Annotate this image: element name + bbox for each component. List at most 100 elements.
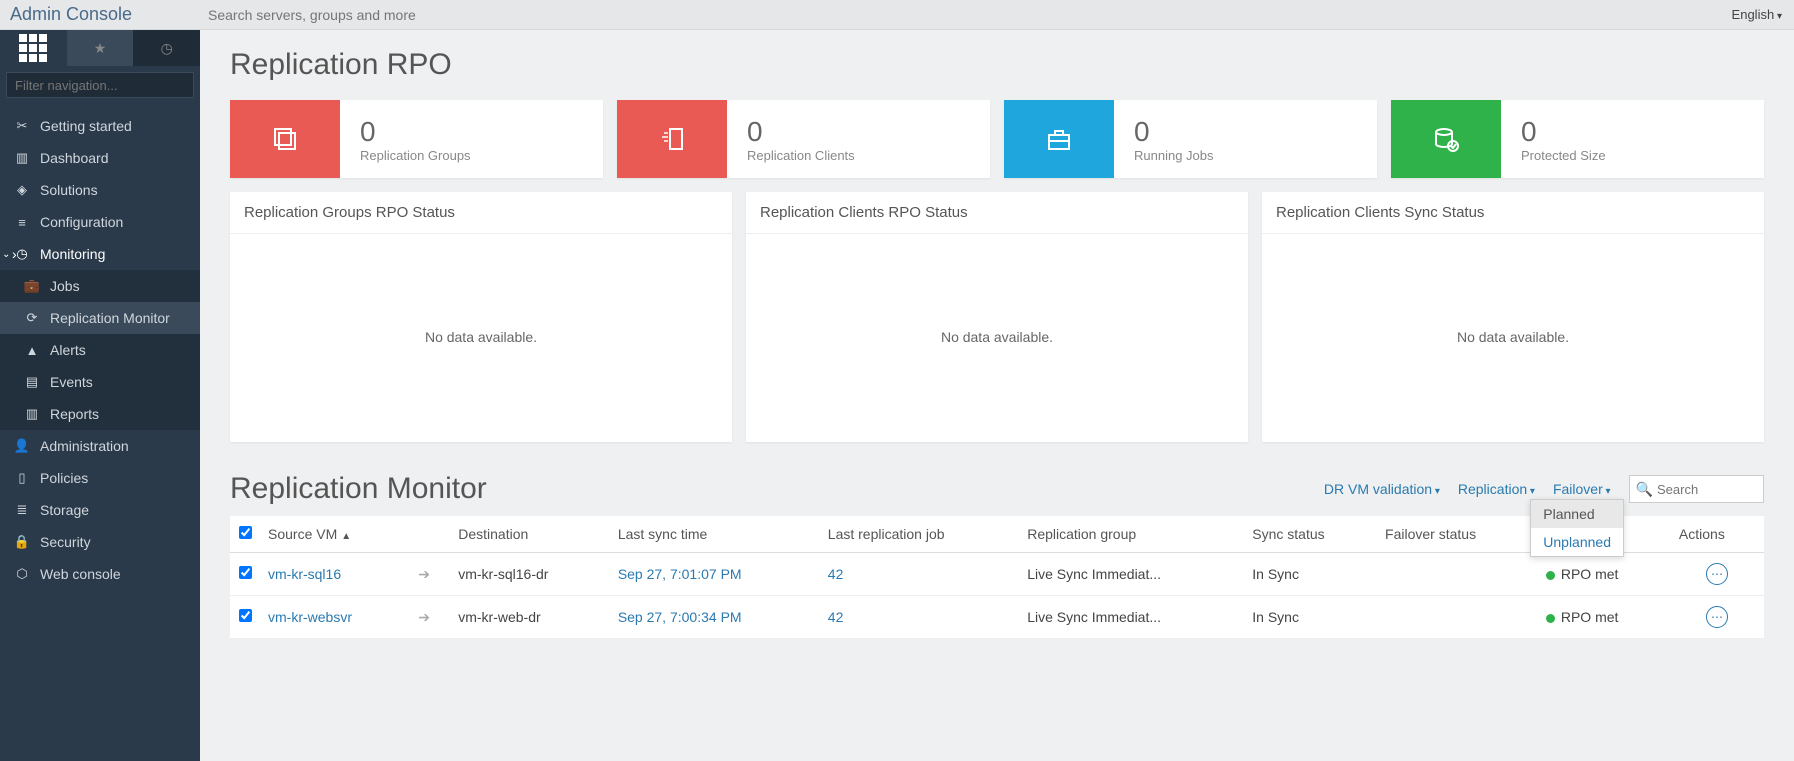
col-last-sync[interactable]: Last sync time xyxy=(610,516,820,553)
nav-monitoring[interactable]: ⌄◷Monitoring xyxy=(0,238,200,270)
doc-icon: ▯ xyxy=(12,470,32,486)
col-sync-status[interactable]: Sync status xyxy=(1244,516,1377,553)
nav-solutions[interactable]: ◈Solutions xyxy=(0,174,200,206)
monitor-search-box: 🔍 xyxy=(1629,475,1764,503)
nav-label: Policies xyxy=(40,470,88,486)
star-icon: ★ xyxy=(94,40,107,57)
rpo-status-text: RPO met xyxy=(1561,609,1619,625)
table-row: vm-kr-websvr ➔ vm-kr-web-dr Sep 27, 7:00… xyxy=(230,596,1764,639)
failover-planned-option[interactable]: Planned xyxy=(1531,500,1623,528)
nav-configuration[interactable]: ≡Configuration xyxy=(0,206,200,238)
col-source[interactable]: Source VM▲ xyxy=(260,516,410,553)
nav-events[interactable]: ▤Events xyxy=(0,366,200,398)
cell-sync-status: In Sync xyxy=(1244,553,1377,596)
col-group[interactable]: Replication group xyxy=(1019,516,1244,553)
briefcase-icon xyxy=(1004,100,1114,178)
sliders-icon: ≡ xyxy=(12,215,32,230)
cell-group: Live Sync Immediat... xyxy=(1019,553,1244,596)
dr-vm-validation-dropdown[interactable]: DR VM validation xyxy=(1324,481,1440,497)
nav-reports[interactable]: ▥ Reports xyxy=(0,398,200,430)
last-job-link[interactable]: 42 xyxy=(828,609,844,625)
sort-asc-icon: ▲ xyxy=(341,531,351,542)
cell-sync-status: In Sync xyxy=(1244,596,1377,639)
server-icon xyxy=(617,100,727,178)
nav-dashboard[interactable]: ▥ Dashboard xyxy=(0,142,200,174)
col-last-job[interactable]: Last replication job xyxy=(820,516,1019,553)
nav-administration[interactable]: 👤Administration xyxy=(0,430,200,462)
nav-list: ✂Getting started ▥ Dashboard ◈Solutions ≡… xyxy=(0,110,200,590)
select-all-checkbox[interactable] xyxy=(239,526,252,539)
panel-title: Replication Groups RPO Status xyxy=(230,192,732,234)
last-sync-link[interactable]: Sep 27, 7:00:34 PM xyxy=(618,609,742,625)
lock-icon: 🔒 xyxy=(12,534,32,550)
tile-replication-groups[interactable]: 0 Replication Groups xyxy=(230,100,603,178)
chart-icon: ▥ xyxy=(12,150,32,166)
tile-label: Replication Clients xyxy=(747,148,855,163)
report-icon: ▥ xyxy=(22,406,42,422)
cell-failover-status xyxy=(1377,553,1538,596)
language-selector[interactable]: English xyxy=(1720,7,1794,22)
nav-label: Reports xyxy=(50,406,99,422)
brand-title: Admin Console xyxy=(0,4,200,25)
global-search-input[interactable] xyxy=(200,2,1720,28)
cell-rpo-status: RPO met xyxy=(1538,553,1671,596)
col-destination[interactable]: Destination xyxy=(450,516,610,553)
search-icon: 🔍 xyxy=(1636,481,1653,498)
nav-jobs[interactable]: 💼Jobs xyxy=(0,270,200,302)
nav-alerts[interactable]: ▲Alerts xyxy=(0,334,200,366)
row-actions-button[interactable]: ⋯ xyxy=(1706,563,1728,585)
tile-protected-size[interactable]: 0 Protected Size xyxy=(1391,100,1764,178)
tile-replication-clients[interactable]: 0 Replication Clients xyxy=(617,100,990,178)
sidebar-tab-favorites[interactable]: ★ xyxy=(67,30,134,66)
source-vm-link[interactable]: vm-kr-websvr xyxy=(268,609,352,625)
sidebar-tab-recent[interactable]: ◷ xyxy=(133,30,200,66)
status-dot-icon xyxy=(1546,571,1555,580)
cell-failover-status xyxy=(1377,596,1538,639)
col-arrow xyxy=(410,516,450,553)
nav-getting-started[interactable]: ✂Getting started xyxy=(0,110,200,142)
nav-label: Replication Monitor xyxy=(50,310,170,326)
row-actions-button[interactable]: ⋯ xyxy=(1706,606,1728,628)
failover-unplanned-option[interactable]: Unplanned xyxy=(1531,528,1623,556)
row-checkbox[interactable] xyxy=(239,609,252,622)
replication-dropdown[interactable]: Replication xyxy=(1458,481,1535,497)
nav-label: Web console xyxy=(40,566,121,582)
sidebar-tab-grid[interactable] xyxy=(0,30,67,66)
nav-security[interactable]: 🔒Security xyxy=(0,526,200,558)
nav-policies[interactable]: ▯ Policies xyxy=(0,462,200,494)
failover-dropdown[interactable]: Failover xyxy=(1553,481,1611,497)
panel-clients-sync: Replication Clients Sync Status No data … xyxy=(1262,192,1764,442)
tile-value: 0 xyxy=(1521,116,1606,148)
col-failover-status[interactable]: Failover status xyxy=(1377,516,1538,553)
col-actions: Actions xyxy=(1671,516,1764,553)
global-search-wrap xyxy=(200,2,1720,28)
last-job-link[interactable]: 42 xyxy=(828,566,844,582)
tools-icon: ✂ xyxy=(12,118,32,134)
table-row: vm-kr-sql16 ➔ vm-kr-sql16-dr Sep 27, 7:0… xyxy=(230,553,1764,596)
last-sync-link[interactable]: Sep 27, 7:01:07 PM xyxy=(618,566,742,582)
stack-icon xyxy=(230,100,340,178)
sync-icon: ⟳ xyxy=(22,310,42,326)
monitor-search-input[interactable] xyxy=(1657,482,1757,497)
storage-icon: ≣ xyxy=(12,502,32,518)
nav-label: Solutions xyxy=(40,182,98,198)
nav-label: Dashboard xyxy=(40,150,109,166)
grid-icon xyxy=(17,32,49,64)
tile-label: Replication Groups xyxy=(360,148,471,163)
select-all-header xyxy=(230,516,260,553)
nav-label: Storage xyxy=(40,502,89,518)
monitor-title: Replication Monitor xyxy=(230,472,1324,506)
nav-label: Alerts xyxy=(50,342,86,358)
row-checkbox[interactable] xyxy=(239,566,252,579)
sidebar: ★ ◷ ✂Getting started ▥ Dashboard ◈Solutio… xyxy=(0,30,200,761)
tile-running-jobs[interactable]: 0 Running Jobs xyxy=(1004,100,1377,178)
panel-title: Replication Clients Sync Status xyxy=(1262,192,1764,234)
chevron-down-icon: ⌄ xyxy=(2,249,10,260)
nav-storage[interactable]: ≣ Storage xyxy=(0,494,200,526)
source-vm-link[interactable]: vm-kr-sql16 xyxy=(268,566,341,582)
arrow-right-icon: ➔ xyxy=(418,609,430,625)
tile-value: 0 xyxy=(360,116,471,148)
nav-replication-monitor[interactable]: ⟳ Replication Monitor xyxy=(0,302,200,334)
sidebar-filter-input[interactable] xyxy=(6,72,194,98)
nav-web-console[interactable]: ⬡Web console xyxy=(0,558,200,590)
